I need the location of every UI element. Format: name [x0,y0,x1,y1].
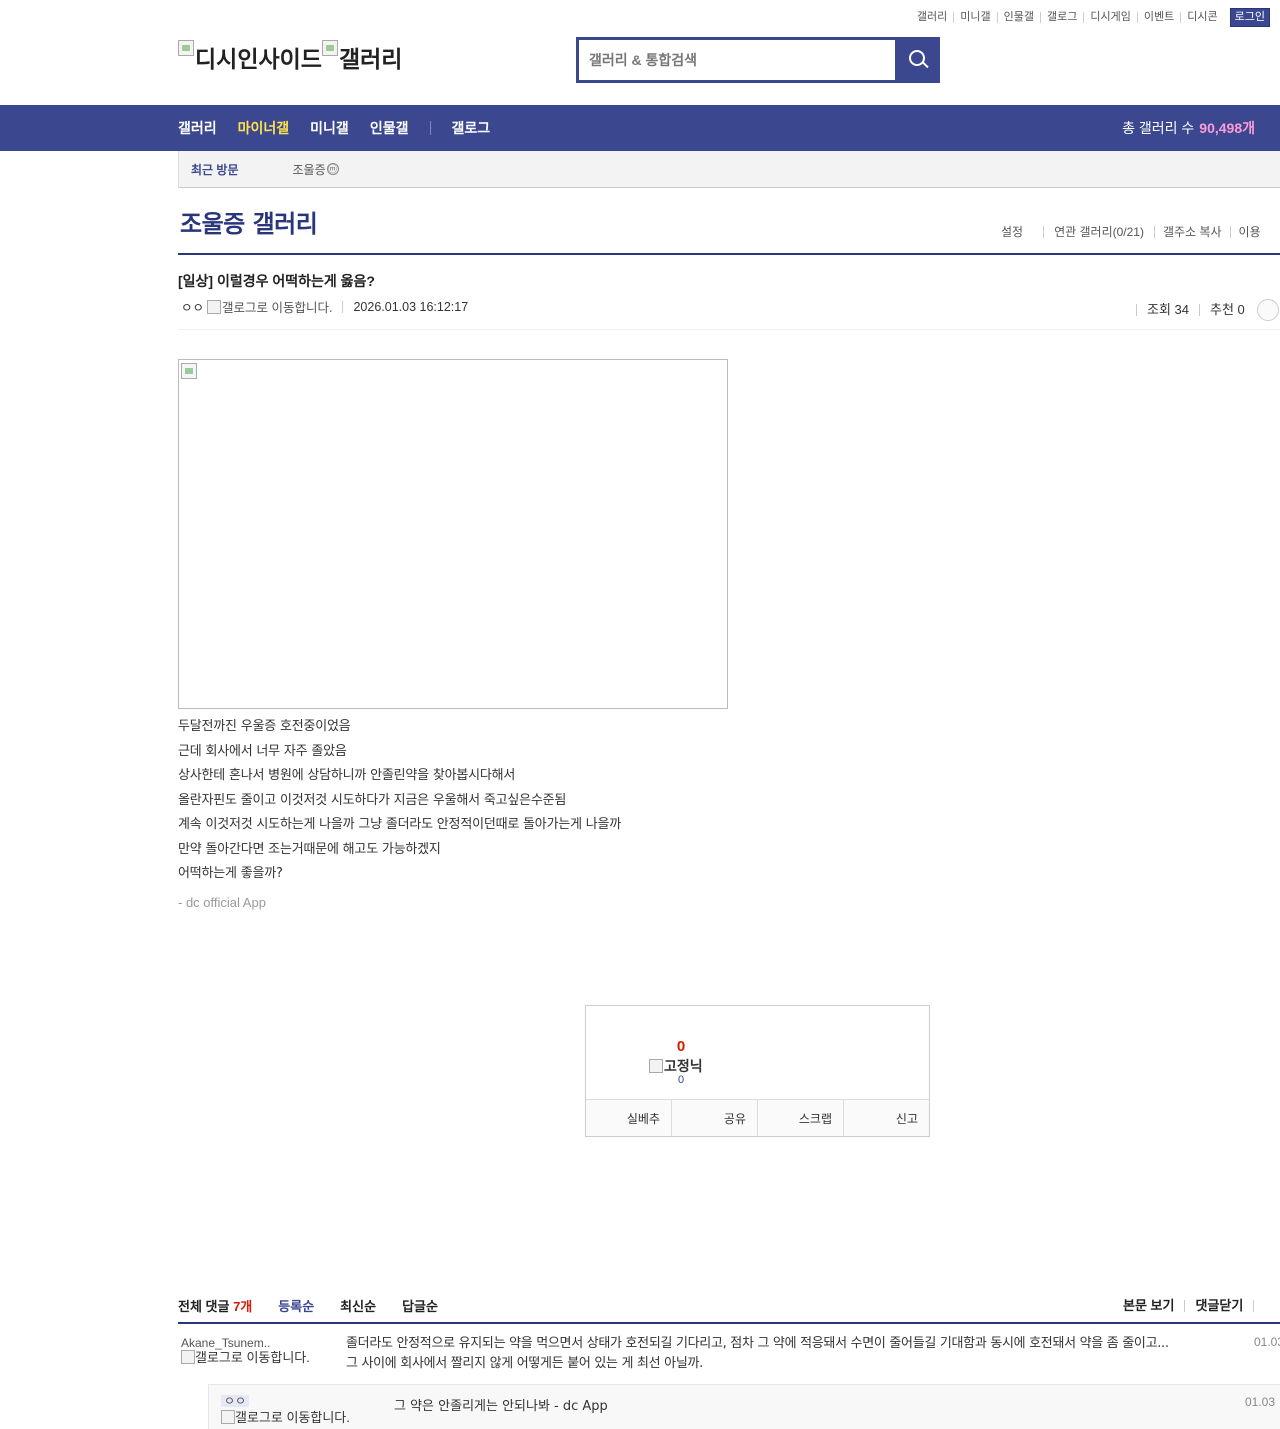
comment-gallog-link[interactable]: 갤로그로 이동합니다. [181,1350,311,1364]
recent-gallery-link[interactable]: 조울증 ⓜ [293,161,339,178]
report-button[interactable]: 신고 [843,1100,929,1136]
nav-item-gallog[interactable]: 갤로그 [451,118,490,138]
logo-dcinside: 디시인사이드 [178,40,322,74]
comments-count: 7개 [233,1299,253,1314]
comment-item: Akane_Tsunem.. 갤로그로 이동합니다. 졸더라도 안정적으로 유지… [178,1324,1280,1384]
post-line: 두달전까진 우울증 호전중이었음 [178,719,351,734]
search-box: 갤러리 & 통합검색 [576,37,940,83]
gallery-tools: 설정 연관 갤러리(0/21) 갤주소 복사 이용 [1001,226,1269,238]
reply-gallog-link[interactable]: 갤로그로 이동합니다. [221,1410,351,1424]
nav-item-person[interactable]: 인물갤 [370,118,409,138]
writer-nick[interactable]: ㅇㅇ [181,297,204,316]
recent-visit-bar: 최근 방문 조울증 ⓜ [178,151,1280,188]
recommend-box: 0 고정닉 0 실베추 공유 스크랩 신고 [585,1005,930,1137]
sort-replies[interactable]: 답글순 [402,1296,438,1315]
nav-item-mini[interactable]: 미니갤 [310,118,349,138]
view-body-button[interactable]: 본문 보기 [1123,1299,1184,1312]
search-button[interactable] [895,40,937,80]
silbechu-button[interactable]: 실베추 [586,1100,671,1136]
recent-visit-label[interactable]: 최근 방문 [191,161,239,178]
comments-total: 전체 댓글 7개 [178,1299,253,1314]
reply-nick[interactable]: ㅇㅇ [221,1395,250,1407]
comment-text: 졸더라도 안정적으로 유지되는 약을 먹으면서 상태가 호전되길 기다리고, 점… [346,1336,1169,1371]
broken-image-icon [178,40,194,56]
reply-text: 그 약은 안졸리게는 안되나봐 - dc App [394,1399,608,1414]
post-header-divider [178,329,1280,330]
util-link-gallery[interactable]: 갤러리 [911,12,953,23]
comments-tools-more [1253,1299,1274,1312]
fixed-nick-recommend: 고정닉 [649,1056,703,1076]
post-recommend: 추천 0 [1199,303,1255,316]
gallog-icon [221,1410,235,1424]
comments-header: 전체 댓글 7개 등록순 최신순 답글순 본문 보기 댓글닫기 [178,1296,1280,1315]
broken-image-icon [321,40,338,56]
site-logo[interactable]: 디시인사이드 갤러리 [178,40,402,74]
gallog-icon [181,1350,195,1364]
post-line: 계속 이것저것 시도하는게 나을까 그냥 졸더라도 안정적이던때로 돌아가는게 … [178,817,622,832]
logo-gallery: 갤러리 [321,40,402,74]
util-link-dccon[interactable]: 디시콘 [1180,12,1223,23]
comment-date: 01.03 [1254,1335,1280,1349]
related-gallery-link[interactable]: 연관 갤러리(0/21) [1043,226,1154,238]
nav-menu: 갤러리 마이너갤 미니갤 인물갤 갤로그 [178,105,511,151]
gallery-settings-link[interactable]: 설정 [1001,226,1043,238]
sort-registered[interactable]: 등록순 [278,1296,314,1315]
scrap-button[interactable]: 스크랩 [757,1100,843,1136]
copy-address-link[interactable]: 갤주소 복사 [1153,226,1230,238]
post-line: 상사한테 혼나서 병원에 상담하니까 안졸린약을 찾아봅시다해서 [178,768,516,783]
post-views: 조회 34 [1136,303,1199,316]
post-line: 올란자핀도 줄이고 이것저것 시도하다가 지금은 우울해서 죽고싶은수준됨 [178,792,567,808]
search-input[interactable]: 갤러리 & 통합검색 [579,40,895,80]
gallog-icon-alt[interactable]: 갤로그로 이동합니다. [222,297,332,316]
fixed-nick-count: 0 [677,1074,685,1086]
comment-circle-icon[interactable] [1256,299,1279,321]
close-comments-button[interactable]: 댓글닫기 [1184,1299,1253,1312]
post-writer-info: ㅇㅇ 갤로그로 이동합니다. 2026.01.03 16:12:17 [181,297,468,316]
login-button[interactable]: 로그인 [1229,8,1270,27]
util-link-gallog[interactable]: 갤로그 [1040,12,1083,23]
reply-date: 01.03 [1245,1395,1276,1409]
util-link-person[interactable]: 인물갤 [996,12,1040,23]
post-stats: 조회 34 추천 0 [1136,299,1279,321]
total-gallery-count: 총 갤러리 수 90,498개 [1122,120,1255,136]
post-date: 2026.01.03 16:12:17 [342,300,468,313]
reply-item: ㅇㅇ 갤로그로 이동합니다. 그 약은 안졸리게는 안되나봐 - dc App … [208,1384,1280,1429]
sort-latest[interactable]: 최신순 [340,1296,376,1315]
util-link-event[interactable]: 이벤트 [1136,12,1180,23]
post-image[interactable] [178,359,728,709]
util-menu: 갤러리 미니갤 인물갤 갤로그 디시게임 이벤트 디시콘 로그인 [911,8,1270,27]
recommend-count: 0 [676,1038,686,1055]
recommend-actions: 실베추 공유 스크랩 신고 [586,1099,929,1136]
post-title: [일상] 이럴경우 어떡하는게 옳음? [178,273,375,289]
broken-image-icon [181,363,197,379]
post-line: 근데 회사에서 너무 자주 졸았음 [178,743,347,759]
post-line: 만약 돌아간다면 조는거때문에 해고도 가능하겠지 [178,841,441,857]
nav-item-minor[interactable]: 마이너갤 [238,118,290,138]
minor-gallery-badge: ⓜ [326,163,339,175]
total-count-value: 90,498개 [1199,120,1255,136]
nav-item-gallery[interactable]: 갤러리 [178,118,217,138]
comment-nick[interactable]: Akane_Tsunem.. [181,1336,270,1350]
app-signature[interactable]: - dc official App [178,895,266,910]
comments-tools: 본문 보기 댓글닫기 [1123,1299,1274,1312]
gallery-divider [178,253,1280,255]
util-link-dcgame[interactable]: 디시게임 [1083,12,1136,23]
post-line: 어떡하는게 좋을까? [178,866,283,881]
gallery-title[interactable]: 조울증 갤러리 [180,204,318,239]
main-nav: 갤러리 마이너갤 미니갤 인물갤 갤로그 총 갤러리 수 90,498개 [0,105,1280,151]
util-link-minigall[interactable]: 미니갤 [953,12,996,23]
usage-link[interactable]: 이용 [1229,226,1269,238]
gallog-icon[interactable] [207,299,222,314]
fixed-nick-icon [649,1059,663,1073]
nav-divider [430,121,432,135]
share-button[interactable]: 공유 [671,1100,757,1136]
post-body-text: 두달전까진 우울증 호전중이었음 근데 회사에서 너무 자주 졸았음 상사한테 … [178,715,621,887]
